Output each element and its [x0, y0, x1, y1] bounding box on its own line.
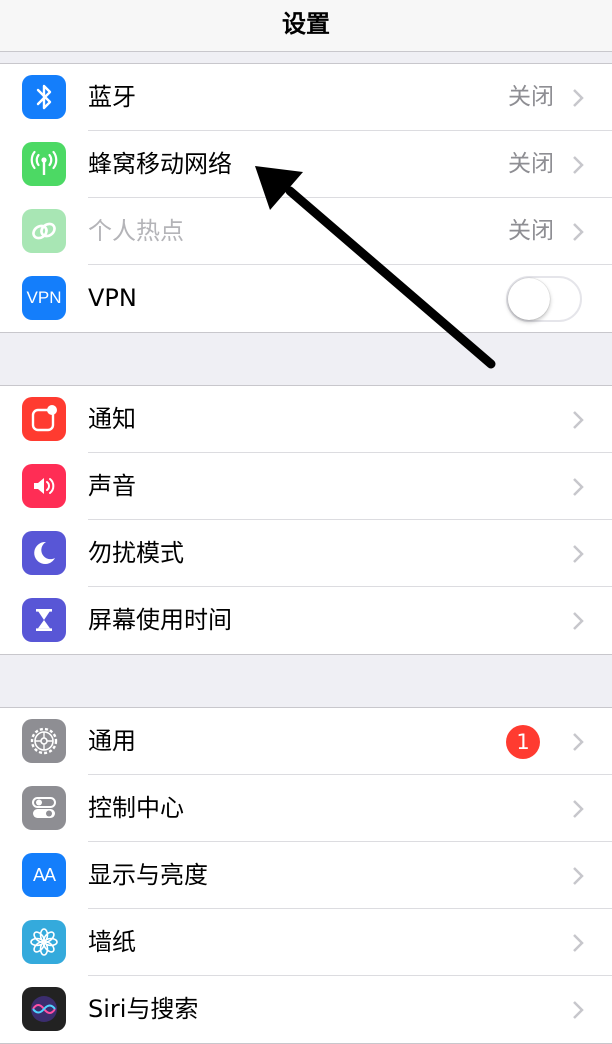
notifications-icon: [22, 397, 66, 441]
notifications-section: 通知 声音 勿扰模式 屏幕使用时间: [0, 385, 612, 655]
chevron-right-icon: [573, 223, 584, 241]
settings-row-siri-search[interactable]: Siri与搜索: [0, 976, 612, 1043]
row-label: VPN: [88, 284, 137, 312]
settings-row-display-brightness[interactable]: AA 显示与亮度: [0, 842, 612, 909]
settings-row-vpn: VPN VPN: [0, 265, 612, 332]
chevron-right-icon: [573, 867, 584, 885]
settings-row-general[interactable]: 通用 1: [0, 708, 612, 775]
hourglass-icon: [22, 598, 66, 642]
row-value: 关闭: [508, 84, 554, 110]
bluetooth-icon: [22, 75, 66, 119]
wallpaper-flower-icon: [22, 920, 66, 964]
settings-row-wallpaper[interactable]: 墙纸: [0, 909, 612, 976]
row-label: 通用: [88, 727, 136, 755]
settings-row-hotspot: 个人热点 关闭: [0, 198, 612, 265]
chevron-right-icon: [573, 545, 584, 563]
row-label: 蜂窝移动网络: [88, 150, 232, 178]
row-label: 勿扰模式: [88, 539, 184, 567]
display-icon-text: AA: [32, 864, 56, 885]
chevron-right-icon: [573, 800, 584, 818]
chevron-right-icon: [573, 89, 584, 107]
settings-row-bluetooth[interactable]: 蓝牙 关闭: [0, 64, 612, 131]
settings-row-do-not-disturb[interactable]: 勿扰模式: [0, 520, 612, 587]
navigation-bar: 设置: [0, 0, 612, 52]
hotspot-link-icon: [22, 209, 66, 253]
row-label: 声音: [88, 472, 136, 500]
settings-row-notifications[interactable]: 通知: [0, 386, 612, 453]
settings-row-sounds[interactable]: 声音: [0, 453, 612, 520]
speaker-icon: [22, 464, 66, 508]
toggle-knob: [508, 278, 550, 320]
page-title: 设置: [282, 10, 330, 38]
vpn-toggle[interactable]: [506, 276, 582, 322]
row-value: 关闭: [508, 218, 554, 244]
chevron-right-icon: [573, 156, 584, 174]
row-value: 关闭: [508, 151, 554, 177]
gear-icon: [22, 719, 66, 763]
siri-icon: [22, 987, 66, 1031]
row-label: 墙纸: [88, 928, 136, 956]
vpn-icon: VPN: [22, 276, 66, 320]
row-label: 通知: [88, 405, 136, 433]
general-section: 通用 1 控制中心 AA 显示与亮度 墙纸 Siri与搜索: [0, 707, 612, 1044]
chevron-right-icon: [573, 733, 584, 751]
chevron-right-icon: [573, 411, 584, 429]
chevron-right-icon: [573, 1001, 584, 1019]
connectivity-section: 蓝牙 关闭 蜂窝移动网络 关闭 个人热点 关闭 VPN VPN: [0, 63, 612, 333]
row-label: 屏幕使用时间: [88, 606, 232, 634]
update-badge: 1: [506, 725, 540, 759]
row-label: 蓝牙: [88, 83, 136, 111]
vpn-icon-text: VPN: [26, 288, 62, 307]
row-label: Siri与搜索: [88, 995, 199, 1023]
chevron-right-icon: [573, 612, 584, 630]
moon-icon: [22, 531, 66, 575]
row-label: 显示与亮度: [88, 861, 208, 889]
chevron-right-icon: [573, 478, 584, 496]
cellular-antenna-icon: [22, 142, 66, 186]
row-label: 控制中心: [88, 794, 184, 822]
settings-row-control-center[interactable]: 控制中心: [0, 775, 612, 842]
settings-row-cellular[interactable]: 蜂窝移动网络 关闭: [0, 131, 612, 198]
settings-row-screen-time[interactable]: 屏幕使用时间: [0, 587, 612, 654]
display-brightness-icon: AA: [22, 853, 66, 897]
control-center-icon: [22, 786, 66, 830]
chevron-right-icon: [573, 934, 584, 952]
row-label: 个人热点: [88, 217, 184, 245]
